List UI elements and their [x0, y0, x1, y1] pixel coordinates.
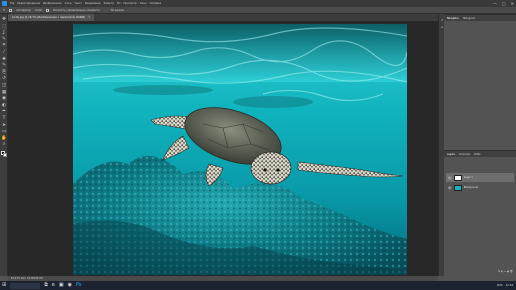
tab-paths[interactable]: Paths [474, 153, 481, 156]
layer-row[interactable]: 👁 Layer 1 [446, 173, 514, 182]
path-select-icon[interactable]: ➤ [1, 123, 7, 129]
auto-select-label: Автовыбор [16, 8, 31, 12]
pen-icon[interactable]: ✒ [1, 109, 7, 115]
close-tab-icon[interactable]: ✕ [88, 16, 90, 19]
show-transform-checkbox[interactable] [45, 8, 49, 12]
chrome-icon[interactable]: ◉ [68, 281, 72, 290]
menu-type[interactable]: Текст [74, 0, 82, 7]
hand-icon[interactable]: ✋ [1, 136, 7, 142]
menu-layers[interactable]: Слои [65, 0, 72, 7]
system-tray: RUS 12:34 [497, 281, 513, 290]
layers-footer-icons[interactable]: fx ◐ ▭ ▣ 🗑 [495, 269, 516, 274]
quick-select-icon[interactable]: ✎ [1, 37, 7, 43]
align-options[interactable]: ⋯ [104, 9, 107, 12]
maximize-button[interactable]: ▢ [502, 0, 506, 7]
window-controls: — ▢ ✕ [493, 0, 514, 7]
tab-channels[interactable]: Channels [459, 153, 470, 156]
layer-row[interactable]: 👁 Background [446, 183, 514, 192]
show-transform-label: Показать управляющие элементы [52, 8, 100, 12]
stamp-icon[interactable]: ⎘ [1, 70, 7, 76]
edge-icon[interactable]: e [52, 281, 55, 290]
history-brush-icon[interactable]: ↺ [1, 76, 7, 82]
task-view-icon[interactable]: ⧉ [44, 281, 48, 290]
menu-help[interactable]: Справка [150, 0, 161, 7]
navigator-row-2 [444, 23, 516, 25]
menu-edit[interactable]: Редактирование [17, 0, 40, 7]
menu-bar: File Редактирование Изображение Слои Тек… [0, 0, 516, 7]
canvas-area[interactable] [8, 21, 438, 276]
eyedropper-icon[interactable]: ⁄ [1, 50, 7, 56]
menu-view[interactable]: Просмотр [123, 0, 136, 7]
document-tab[interactable]: turtle.jpg @ 16,7% (Изображение с черепа… [8, 14, 95, 21]
move-tool-preset[interactable]: ⇱ [3, 9, 5, 12]
tab-navigator[interactable]: Navigator [447, 17, 459, 20]
dodge-icon[interactable]: ◐ [1, 103, 7, 109]
menu-select[interactable]: Выделение [85, 0, 100, 7]
move-icon[interactable]: ✥ [1, 17, 7, 23]
menu-filter[interactable]: Фильтр [104, 0, 114, 7]
layer-thumbnail [453, 184, 462, 191]
menu-image[interactable]: Изображение [43, 0, 62, 7]
layer-thumbnail [453, 174, 462, 181]
minimize-button[interactable]: — [493, 0, 497, 7]
options-bar: ⇱ Автовыбор Слой Показать управляющие эл… [0, 7, 516, 14]
turtle-photo[interactable] [73, 24, 407, 275]
start-button-icon[interactable]: ⊞ [2, 281, 6, 290]
type-icon[interactable]: T [1, 116, 7, 122]
eraser-icon[interactable]: ◫ [1, 83, 7, 89]
taskbar-search-box[interactable] [10, 282, 41, 289]
eye-icon[interactable]: 👁 [448, 186, 452, 190]
gradient-icon[interactable]: ▦ [1, 90, 7, 96]
layer-name: Layer 1 [463, 176, 473, 179]
photoshop-taskbar-icon[interactable]: Ps [76, 281, 82, 290]
windows-taskbar: ⊞ ⧉ e ▣ ◉ Ps RUS 12:34 [0, 281, 516, 290]
layer-name: Background [463, 186, 479, 189]
document-tab-title: turtle.jpg @ 16,7% (Изображение с черепа… [12, 16, 86, 19]
brush-icon[interactable]: ✎ [1, 63, 7, 69]
shape-icon[interactable]: ▭ [1, 129, 7, 135]
navigator-panel: Navigator Histogram [444, 14, 516, 138]
layers-panel: Layers Channels Paths 👁 Layer 1 👁 Backgr… [444, 150, 516, 276]
close-button[interactable]: ✕ [511, 0, 514, 7]
right-panel-dock: Navigator Histogram Layers Channels Path… [444, 14, 516, 276]
explorer-icon[interactable]: ▣ [59, 281, 64, 290]
language-indicator[interactable]: RUS [497, 284, 502, 287]
background-color-swatch[interactable] [3, 153, 7, 157]
crop-icon[interactable]: ⌗ [1, 43, 7, 49]
blur-icon[interactable]: ◉ [1, 96, 7, 102]
tab-histogram[interactable]: Histogram [463, 17, 475, 20]
document-tabs: turtle.jpg @ 16,7% (Изображение с черепа… [8, 14, 438, 21]
menu-file[interactable]: File [10, 0, 14, 7]
menu-3d[interactable]: 3D [117, 0, 121, 7]
eye-icon[interactable]: 👁 [448, 176, 452, 180]
lasso-icon[interactable]: ʆ [1, 30, 7, 36]
turtle-photo-image [73, 24, 407, 275]
3d-mode-label[interactable]: 3D-режим [110, 9, 124, 12]
auto-select-checkbox[interactable] [9, 8, 13, 12]
marquee-icon[interactable]: ⬚ [1, 24, 7, 30]
photoshop-window: File Редактирование Изображение Слои Тек… [0, 0, 516, 290]
zoom-icon[interactable]: ⌕ [1, 142, 7, 148]
auto-select-target-dropdown[interactable]: Слой [35, 9, 42, 12]
clock[interactable]: 12:34 [506, 284, 513, 287]
tools-panel: ✥ ⬚ ʆ ✎ ⌗ ⁄ ✚ ✎ ⎘ ↺ ◫ ▦ ◉ ◐ ✒ T ➤ ▭ ✋ ⌕ [0, 14, 8, 276]
healing-icon[interactable]: ✚ [1, 57, 7, 63]
tab-layers[interactable]: Layers [447, 153, 455, 156]
photoshop-logo-icon [2, 1, 7, 6]
menu-window[interactable]: Окно [140, 0, 147, 7]
